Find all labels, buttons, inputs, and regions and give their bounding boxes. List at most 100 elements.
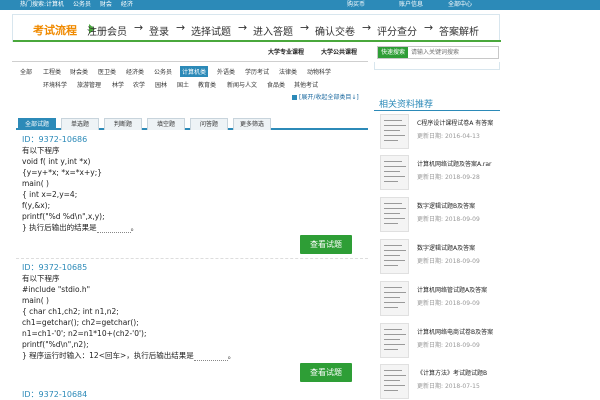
question-id[interactable]: ID：9372-10685 xyxy=(22,262,362,273)
category-item[interactable]: 旅游管理 xyxy=(77,80,101,89)
arrow-right-icon: → xyxy=(176,21,186,34)
expand-icon xyxy=(292,95,297,100)
tab-qa[interactable]: 问答题 xyxy=(190,118,228,130)
hot-search-item[interactable]: 热门搜索:计算机 xyxy=(20,1,64,8)
related-item[interactable]: 计算机网络管试题A及答案 更新日期: 2018-09-09 xyxy=(380,281,500,319)
date-value: 2018-07-15 xyxy=(444,383,480,390)
process-title: 考试流程 xyxy=(33,24,77,37)
sidebar-panel xyxy=(374,62,500,70)
hot-search-item[interactable]: 经济 xyxy=(121,1,133,8)
related-item-name[interactable]: 《计算方法》考试题试题B xyxy=(417,368,487,377)
hot-search: 热门搜索:计算机 公务员 财会 经济 xyxy=(20,0,140,10)
category-item[interactable]: 食品类 xyxy=(267,80,285,89)
expand-categories-link[interactable]: [展开/收起全部类目↓] xyxy=(292,92,359,101)
tab-true-false[interactable]: 判断题 xyxy=(104,118,142,130)
category-item[interactable]: 医卫类 xyxy=(98,67,116,76)
document-thumbnail xyxy=(380,364,409,399)
related-item[interactable]: 《计算方法》考试题试题B 更新日期: 2018-07-15 xyxy=(380,364,500,400)
date-value: 2018-09-28 xyxy=(444,174,480,181)
related-item[interactable]: 计算机网络电商试卷B及答案 更新日期: 2018-09-09 xyxy=(380,323,500,361)
question-card: ID：9372-10685 有以下程序 #include "stdio.h" m… xyxy=(22,262,362,361)
category-item[interactable]: 财会类 xyxy=(70,67,88,76)
date-prefix: 更新日期: xyxy=(417,133,445,140)
related-item-date: 更新日期: 2016-04-13 xyxy=(417,131,480,140)
hot-search-item[interactable]: 公务员 xyxy=(73,1,91,8)
tab-single-choice[interactable]: 单选题 xyxy=(61,118,99,130)
buy-coins-link[interactable]: 购买币 xyxy=(347,0,365,10)
category-item[interactable]: 动物科学 xyxy=(307,67,331,76)
related-item-name[interactable]: 数字逻辑试题B及答案 xyxy=(417,201,475,210)
category-tabs: 大学专业课程 大学公共课程 xyxy=(263,47,368,59)
question-line: void f( int y,int *x) xyxy=(22,157,91,166)
answer-blank xyxy=(193,353,228,361)
related-item-name[interactable]: 计算机网络电商试卷B及答案 xyxy=(417,327,493,336)
related-item[interactable]: 数字逻辑试题A及答案 更新日期: 2018-09-09 xyxy=(380,239,500,277)
date-prefix: 更新日期: xyxy=(417,216,445,223)
hot-search-item[interactable]: 财会 xyxy=(100,1,112,8)
arrow-right-icon: → xyxy=(238,21,248,34)
related-title: 相关资料推荐 xyxy=(379,100,434,110)
category-item[interactable]: 农学 xyxy=(133,80,145,89)
related-item-date: 更新日期: 2018-09-09 xyxy=(417,256,480,265)
category-item[interactable]: 工程类 xyxy=(43,67,61,76)
date-prefix: 更新日期: xyxy=(417,300,445,307)
category-item[interactable]: 法律类 xyxy=(279,67,297,76)
date-prefix: 更新日期: xyxy=(417,174,445,181)
related-item[interactable]: 计算机网络试题及答案A.rar 更新日期: 2018-09-28 xyxy=(380,155,500,193)
category-item[interactable]: 其他考试 xyxy=(294,80,318,89)
question-line: main( ) xyxy=(22,296,49,305)
top-bar: 热门搜索:计算机 公务员 财会 经济 购买币 账户信息 全部中心 xyxy=(0,0,600,10)
question-line: #include "stdio.h" xyxy=(22,285,91,294)
category-item[interactable]: 公务员 xyxy=(154,67,172,76)
arrow-right-icon: → xyxy=(134,21,144,34)
question-type-tabs: 全部试题 单选题 判断题 填空题 问答题 更多筛选 xyxy=(16,118,368,130)
quick-search-button[interactable]: 快速搜索 xyxy=(378,47,408,58)
question-line: printf("%d %d\n",x,y); xyxy=(22,212,105,221)
related-divider xyxy=(374,110,500,111)
date-value: 2018-09-09 xyxy=(444,300,480,307)
related-item[interactable]: C程序设计课程试卷A 有答案 更新日期: 2016-04-13 xyxy=(380,114,500,152)
related-item-name[interactable]: C程序设计课程试卷A 有答案 xyxy=(417,118,493,127)
category-divider xyxy=(12,61,368,62)
question-card: ID：9372-10684 xyxy=(22,389,362,400)
member-center-link[interactable]: 全部中心 xyxy=(448,0,472,10)
category-item[interactable]: 教育类 xyxy=(198,80,216,89)
tab-all-questions[interactable]: 全部试题 xyxy=(18,118,56,130)
category-row-2: 环境科学 旅游管理 林学 农学 园林 国土 教育类 新闻与人文 食品类 其他考试 xyxy=(20,80,350,89)
related-item-name[interactable]: 计算机网络管试题A及答案 xyxy=(417,285,487,294)
related-item-date: 更新日期: 2018-09-09 xyxy=(417,340,480,349)
account-link[interactable]: 账户信息 xyxy=(399,0,423,10)
category-item[interactable]: 全部 xyxy=(20,67,32,76)
related-item[interactable]: 数字逻辑试题B及答案 更新日期: 2018-09-09 xyxy=(380,197,500,235)
view-question-button[interactable]: 查看试题 xyxy=(300,363,352,382)
view-question-button[interactable]: 查看试题 xyxy=(300,235,352,254)
question-prompt: } 执行后输出的结果是 。 xyxy=(22,222,362,233)
date-value: 2018-09-09 xyxy=(444,342,480,349)
tab-more-filters[interactable]: 更多筛选 xyxy=(233,118,271,130)
category-item[interactable]: 园林 xyxy=(155,80,167,89)
related-item-name[interactable]: 数字逻辑试题A及答案 xyxy=(417,243,475,252)
related-item-date: 更新日期: 2018-09-09 xyxy=(417,214,480,223)
step-answer: 进入答题 xyxy=(253,27,293,38)
question-id[interactable]: ID：9372-10684 xyxy=(22,389,362,400)
category-item[interactable]: 学历考试 xyxy=(245,67,269,76)
tab-fill-blank[interactable]: 填空题 xyxy=(147,118,185,130)
category-item[interactable]: 经济类 xyxy=(126,67,144,76)
tab-major-courses[interactable]: 大学专业课程 xyxy=(268,47,304,56)
question-line: f(y,&x); xyxy=(22,201,51,210)
category-item[interactable]: 国土 xyxy=(177,80,189,89)
question-id[interactable]: ID：9372-10686 xyxy=(22,134,362,145)
search-input[interactable] xyxy=(411,47,497,58)
category-item[interactable]: 林学 xyxy=(112,80,124,89)
date-prefix: 更新日期: xyxy=(417,342,445,349)
tab-public-courses[interactable]: 大学公共课程 xyxy=(321,47,357,56)
category-item[interactable]: 新闻与人文 xyxy=(227,80,257,89)
category-item[interactable]: 环境科学 xyxy=(43,80,67,89)
category-item-active[interactable]: 计算机类 xyxy=(180,66,209,77)
date-value: 2018-09-09 xyxy=(444,258,480,265)
related-item-name[interactable]: 计算机网络试题及答案A.rar xyxy=(417,159,492,168)
date-value: 2018-09-09 xyxy=(444,216,480,223)
exam-process-bar: 考试流程 注册会员 → 登录 → 选择试题 → 进入答题 → 确认交卷 → 评分… xyxy=(12,14,501,42)
category-item[interactable]: 外语类 xyxy=(217,67,235,76)
arrow-right-icon: → xyxy=(362,21,372,34)
